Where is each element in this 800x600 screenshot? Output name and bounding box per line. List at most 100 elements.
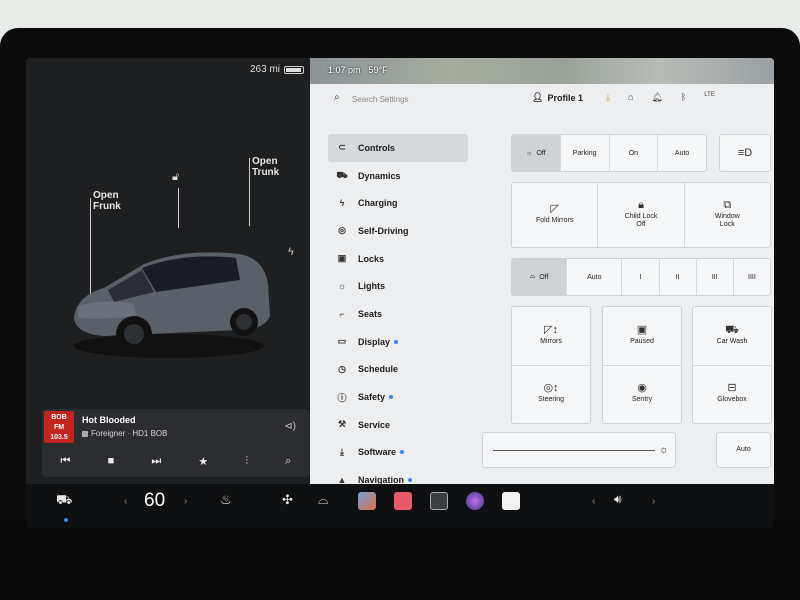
window-lock-label-1: Window	[714, 213, 740, 220]
high-beam-button[interactable]: ≡D	[719, 134, 771, 172]
wrench-icon: ⚒	[337, 419, 347, 430]
search-icon[interactable]: ⌕	[334, 92, 340, 103]
sidebar-item-label: Self-Driving	[358, 225, 409, 236]
open-frunk-button[interactable]: Open Frunk	[93, 190, 121, 212]
mirror-adjust-icon: ◸↕	[544, 323, 558, 336]
battery-icon	[284, 65, 304, 74]
fan-icon[interactable]: ✣	[282, 492, 293, 508]
sentry-button[interactable]: ◉ Sentry	[603, 365, 681, 423]
volume-up-chevron-icon[interactable]: ›	[652, 496, 655, 507]
settings-header: ⌕ 👤︎ Profile 1 ⤓ ⌂ 🔔︎ ᛒ LTE	[310, 84, 774, 114]
audio-output-icon[interactable]: ⊲)	[284, 421, 296, 432]
sidebar-item-lights[interactable]: ☼ Lights	[328, 272, 468, 300]
window-lock-icon: ⧉	[723, 199, 732, 211]
sidebar-item-controls[interactable]: ⊂ Controls	[328, 134, 468, 162]
sidebar-item-label: Seats	[358, 308, 383, 319]
calendar-app-icon[interactable]	[502, 492, 520, 510]
camera-app-icon[interactable]	[466, 492, 484, 510]
bluetooth-icon[interactable]: ᛒ	[681, 92, 686, 103]
lock-callout-line	[178, 188, 179, 228]
sidebar-item-label: Controls	[358, 142, 395, 153]
wipers-auto-label: Auto	[587, 273, 602, 281]
car-icon: ⛟	[336, 169, 348, 180]
toybox-app-icon[interactable]	[358, 492, 376, 510]
music-app-icon[interactable]	[394, 492, 412, 510]
sidebar-item-display[interactable]: ▭ Display	[328, 328, 468, 356]
glovebox-button[interactable]: ⊟ Glovebox	[693, 365, 771, 423]
dashcam-button[interactable]: ▣ Paused	[603, 307, 681, 365]
previous-track-icon[interactable]: ⏮︎	[61, 455, 71, 468]
mirror-icon: ◸	[550, 203, 559, 215]
stop-icon[interactable]: ■	[108, 455, 115, 467]
charge-port-icon[interactable]: ϟ	[288, 246, 294, 258]
volume-icon[interactable]: 🔊︎	[614, 492, 622, 507]
temp-up-chevron-icon[interactable]: ›	[184, 496, 187, 507]
brightness-auto-button[interactable]: Auto	[716, 432, 771, 468]
steering-adjust-button[interactable]: ◎↕ Steering	[512, 365, 590, 423]
cabin-temperature[interactable]: 60	[144, 490, 165, 512]
car-dock-icon[interactable]: ⛟	[56, 492, 72, 510]
headlights-auto-button[interactable]: Auto	[658, 135, 706, 171]
wipers-speed-2-button[interactable]: II	[660, 259, 697, 295]
sidebar-item-dynamics[interactable]: ⛟ Dynamics	[328, 162, 468, 190]
headlights-off-label: Off	[536, 149, 546, 157]
sidebar-item-schedule[interactable]: ◷ Schedule	[328, 356, 468, 384]
carwash-glovebox-group: ⛟ Car Wash ⊟ Glovebox	[692, 306, 772, 424]
glovebox-label: Glovebox	[717, 396, 747, 404]
garage-icon[interactable]: ⌂	[628, 92, 633, 103]
sidebar-item-service[interactable]: ⚒ Service	[328, 411, 468, 439]
trunk-callout-line	[249, 158, 250, 226]
child-lock-button[interactable]: 🔒︎ Child Lock Off	[598, 183, 684, 247]
wipers-off-button[interactable]: ⌓ Off	[512, 259, 568, 295]
defrost-icon[interactable]: ⌓	[318, 492, 328, 508]
sidebar-item-seats[interactable]: ⌐ Seats	[328, 300, 468, 328]
wipers-speed-1-button[interactable]: I	[622, 259, 660, 295]
sun-icon: ☼	[337, 281, 347, 292]
sidebar-item-label: Safety	[358, 392, 386, 403]
headlights-on-button[interactable]: On	[610, 135, 659, 171]
fold-mirrors-button[interactable]: ◸ Fold Mirrors	[512, 183, 598, 247]
unlock-icon[interactable]: 🔓︎	[172, 171, 179, 184]
headlights-off-button[interactable]: ☼ Off	[512, 135, 561, 171]
outside-temp: 59°F	[368, 65, 388, 75]
settings-pane: 1:07 pm 59°F ⌕ 👤︎ Profile 1 ⤓ ⌂ 🔔︎ ᛒ LTE…	[310, 58, 774, 485]
search-settings-input[interactable]	[352, 91, 502, 107]
app-launcher-icon[interactable]	[430, 492, 448, 510]
bell-icon[interactable]: 🔔︎	[651, 92, 662, 103]
open-trunk-button[interactable]: Open Trunk	[252, 156, 279, 178]
car-wash-button[interactable]: ⛟ Car Wash	[693, 307, 771, 365]
map-strip[interactable]: 1:07 pm 59°F	[310, 58, 774, 84]
headlights-parking-button[interactable]: Parking	[561, 135, 610, 171]
sidebar-item-charging[interactable]: ϟ Charging	[328, 189, 468, 217]
steering-wheel-icon: ◎↕	[543, 382, 559, 395]
media-search-icon[interactable]: ⌕	[285, 455, 291, 468]
volume-down-chevron-icon[interactable]: ‹	[592, 496, 595, 507]
next-track-icon[interactable]: ⏭︎	[151, 455, 161, 468]
window-lock-button[interactable]: ⧉ Window Lock	[684, 183, 770, 247]
brightness-sun-icon: ☼	[658, 444, 669, 456]
sidebar-item-self-driving[interactable]: ◎ Self-Driving	[328, 217, 468, 245]
equalizer-icon[interactable]: ⫶	[245, 455, 248, 468]
sidebar-item-locks[interactable]: ▣ Locks	[328, 245, 468, 273]
sidebar-item-software[interactable]: ⤓ Software	[328, 439, 468, 467]
profile-button[interactable]: 👤︎ Profile 1	[532, 92, 583, 103]
seat-icon: ⌐	[339, 308, 345, 319]
sidebar-item-safety[interactable]: ⓘ Safety	[328, 383, 468, 411]
download-icon[interactable]: ⤓	[606, 92, 610, 103]
seat-heater-icon[interactable]: ♨	[220, 492, 232, 508]
wipers-speed-1-label: I	[639, 273, 642, 281]
open-frunk-line2: Frunk	[93, 201, 121, 212]
brightness-slider[interactable]: ☼	[482, 432, 676, 468]
favorite-star-icon[interactable]: ★	[198, 455, 208, 468]
wipers-speed-3-button[interactable]: III	[697, 259, 734, 295]
temp-down-chevron-icon[interactable]: ‹	[124, 496, 127, 507]
brightness-auto-label: Auto	[736, 446, 751, 453]
update-dot	[400, 450, 405, 455]
wipers-speed-4-button[interactable]: IIII	[734, 259, 770, 295]
car-wash-icon: ⛟	[725, 323, 739, 336]
station-logo-line2: FM	[53, 424, 65, 431]
mirrors-adjust-button[interactable]: ◸↕ Mirrors	[512, 307, 590, 365]
wiper-selector: ⌓ Off Auto I II III IIII	[511, 258, 771, 296]
wipers-auto-button[interactable]: Auto	[567, 259, 623, 295]
high-beam-icon: ≡D	[737, 147, 753, 159]
